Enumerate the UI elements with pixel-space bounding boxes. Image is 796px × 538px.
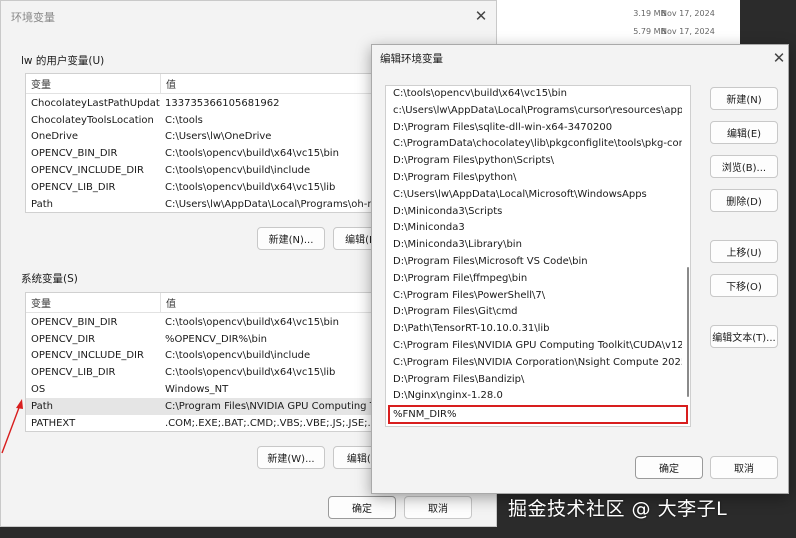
variable-name: OS (31, 384, 46, 396)
close-icon[interactable]: ✕ (466, 3, 496, 29)
path-list-item[interactable]: D:\Program Files\python\Scripts\ (386, 153, 682, 170)
path-list-item[interactable]: c:\Users\lw\AppData\Local\Programs\curso… (386, 103, 682, 120)
variable-name: OPENCV_INCLUDE_DIR (31, 350, 144, 362)
variable-name: OPENCV_INCLUDE_DIR (31, 165, 144, 177)
variable-name: OPENCV_BIN_DIR (31, 316, 118, 328)
system-new-button[interactable]: 新建(W)... (257, 446, 325, 469)
background-explorer-window: 3.19 MB Nov 17, 2024 5.79 MB Nov 17, 202… (490, 0, 740, 48)
new-button[interactable]: 新建(N) (710, 87, 778, 110)
variable-name: ChocolateyLastPathUpdate (31, 97, 160, 109)
edit-environment-variable-dialog: 编辑环境变量 ✕ C:\tools\opencv\build\x64\vc15\… (371, 44, 789, 494)
path-list-item[interactable]: D:\Program File\ffmpeg\bin (386, 271, 682, 288)
dialog-cancel-button[interactable]: 取消 (710, 456, 778, 479)
file-size: 5.79 MB (633, 27, 666, 36)
path-list-item[interactable]: C:\Program Files\NVIDIA Corporation\Nsig… (386, 355, 682, 372)
variable-name: Path (31, 198, 53, 210)
path-list-item[interactable]: D:\Program Files\sqlite-dll-win-x64-3470… (386, 120, 682, 137)
variable-name: ChocolateyToolsLocation (31, 114, 154, 126)
file-size: 3.19 MB (633, 9, 666, 18)
path-list[interactable]: C:\tools\opencv\build\x64\vc15\bin c:\Use… (385, 85, 691, 427)
variable-name: PATHEXT (31, 417, 76, 429)
system-variables-label: 系统变量(S) (21, 273, 78, 285)
path-list-item[interactable]: C:\tools\opencv\build\x64\vc15\bin (386, 86, 682, 103)
path-list-item[interactable]: D:\Program Files\Git\cmd (386, 304, 682, 321)
file-date: Nov 17, 2024 (661, 9, 715, 18)
scrollbar-thumb[interactable] (687, 267, 689, 397)
path-list-item[interactable]: D:\Program Files\python\ (386, 170, 682, 187)
column-header-name[interactable]: 变量 (26, 76, 160, 91)
env-ok-button[interactable]: 确定 (328, 496, 396, 519)
browse-button[interactable]: 浏览(B)... (710, 155, 778, 178)
close-icon[interactable]: ✕ (768, 45, 790, 71)
file-row: 3.19 MB Nov 17, 2024 (491, 9, 740, 25)
path-list-item[interactable]: D:\Program Files\Bandizip\ (386, 372, 682, 389)
path-list-item[interactable]: C:\Program Files\PowerShell\7\ (386, 288, 682, 305)
user-variables-label: lw 的用户变量(U) (21, 55, 105, 67)
variable-name: OneDrive (31, 131, 79, 143)
env-cancel-button[interactable]: 取消 (404, 496, 472, 519)
delete-button[interactable]: 删除(D) (710, 189, 778, 212)
move-up-button[interactable]: 上移(U) (710, 240, 778, 263)
path-edit-input[interactable]: %FNM_DIR% (388, 405, 688, 424)
file-date: Nov 17, 2024 (661, 27, 715, 36)
list-scrollbar[interactable] (683, 87, 689, 425)
path-list-item[interactable]: D:\Nginx\nginx-1.28.0 (386, 388, 682, 405)
watermark: 掘金技术社区 @ 大李子L (508, 498, 728, 520)
variable-name: OPENCV_BIN_DIR (31, 148, 118, 160)
path-list-item[interactable]: C:\ProgramData\chocolatey\lib\pkgconfigl… (386, 136, 682, 153)
path-items: C:\tools\opencv\build\x64\vc15\bin c:\Use… (386, 86, 690, 405)
user-new-button[interactable]: 新建(N)... (257, 227, 325, 250)
column-header-name[interactable]: 变量 (26, 295, 160, 310)
dialog-ok-button[interactable]: 确定 (635, 456, 703, 479)
path-list-item[interactable]: D:\Miniconda3\Scripts (386, 204, 682, 221)
path-list-item[interactable]: D:\Path\TensorRT-10.10.0.31\lib (386, 321, 682, 338)
variable-name: OPENCV_LIB_DIR (31, 181, 116, 193)
dialog-title: 编辑环境变量 (380, 53, 443, 65)
path-list-item[interactable]: D:\Program Files\Microsoft VS Code\bin (386, 254, 682, 271)
variable-name: OPENCV_DIR (31, 333, 96, 345)
path-list-item[interactable]: C:\Program Files\NVIDIA GPU Computing To… (386, 338, 682, 355)
window-title: 环境变量 (11, 11, 55, 24)
path-list-item[interactable]: C:\Users\lw\AppData\Local\Microsoft\Wind… (386, 187, 682, 204)
edit-button[interactable]: 编辑(E) (710, 121, 778, 144)
variable-name: OPENCV_LIB_DIR (31, 367, 116, 379)
variable-name: Path (31, 400, 53, 412)
path-list-item[interactable]: D:\Miniconda3\Library\bin (386, 237, 682, 254)
path-list-item[interactable]: D:\Miniconda3 (386, 220, 682, 237)
file-row: 5.79 MB Nov 17, 2024 (491, 27, 740, 43)
edit-text-button[interactable]: 编辑文本(T)... (710, 325, 778, 348)
move-down-button[interactable]: 下移(O) (710, 274, 778, 297)
